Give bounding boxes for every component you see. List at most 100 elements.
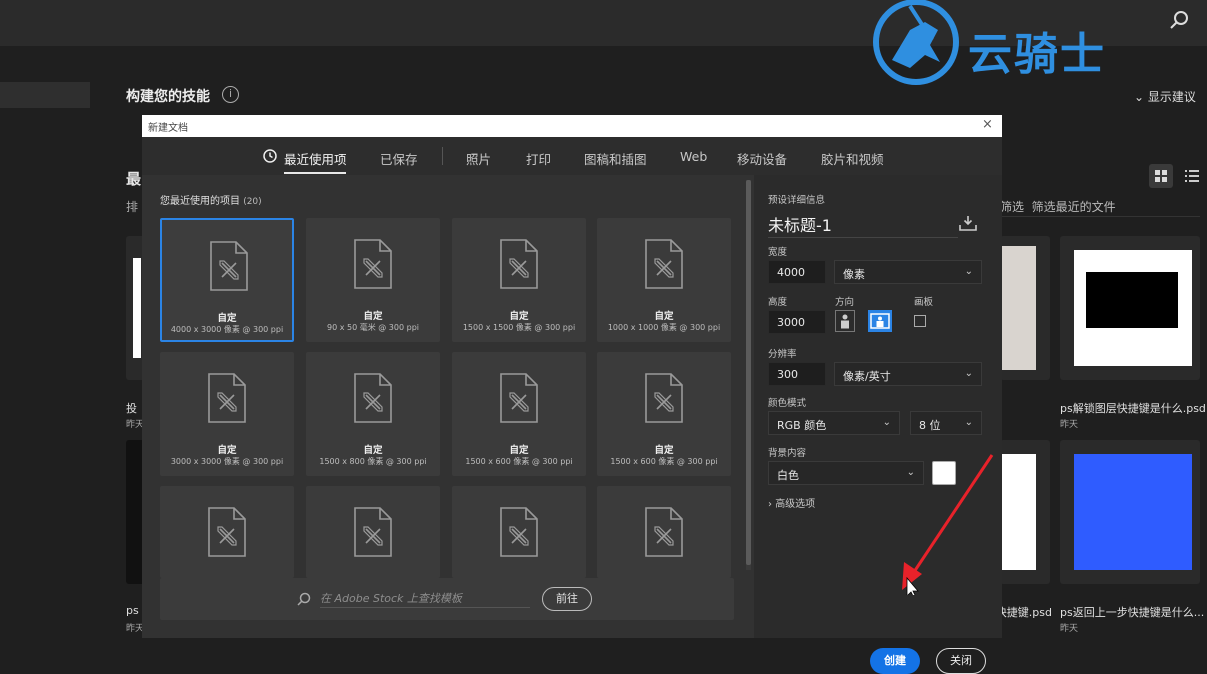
preset-tile[interactable]: [597, 486, 731, 578]
recent-items-count: (20): [243, 197, 262, 207]
bit-depth-select[interactable]: 8 位 ⌄: [910, 411, 982, 435]
filter-row[interactable]: 筛选 筛选最近的文件: [1000, 198, 1116, 215]
orientation-label: 方向: [835, 297, 855, 308]
thumbnail-image: [1000, 246, 1036, 370]
thumbnail-image: [1074, 454, 1192, 570]
document-icon: [354, 373, 392, 423]
resolution-unit-select[interactable]: 像素/英寸 ⌄: [834, 362, 982, 386]
width-unit-select[interactable]: 像素 ⌄: [834, 260, 982, 284]
preset-name: 自定: [217, 313, 237, 324]
preset-name: 自定: [363, 445, 383, 456]
grid-view-icon[interactable]: [1149, 164, 1173, 188]
preset-name: 自定: [509, 445, 529, 456]
recent-items-label: 您最近使用的项目 (20): [160, 192, 262, 207]
tab-web[interactable]: Web: [680, 149, 707, 164]
close-button[interactable]: 关闭: [936, 648, 986, 674]
file-thumbnail[interactable]: [1060, 236, 1200, 380]
thumbnail-image: [1000, 454, 1036, 570]
color-mode-label: 颜色模式: [768, 398, 807, 409]
file-thumbnail[interactable]: [1060, 440, 1200, 584]
tab-film-video[interactable]: 胶片和视频: [821, 149, 884, 168]
clock-icon: [263, 149, 277, 163]
divider: [442, 147, 443, 165]
portrait-icon: [841, 314, 849, 329]
active-tab-indicator: [284, 172, 346, 174]
document-icon: [208, 507, 246, 557]
file-name: ps解锁图层快捷键是什么.psd: [1060, 402, 1206, 415]
artboard-checkbox[interactable]: [914, 315, 926, 327]
preset-tile[interactable]: [306, 486, 440, 578]
preset-size: 4000 x 3000 像素 @ 300 ppi: [170, 325, 284, 334]
tab-recent[interactable]: 最近使用项: [284, 149, 347, 168]
color-mode-select[interactable]: RGB 颜色 ⌄: [768, 411, 900, 435]
preset-size: 1500 x 800 像素 @ 300 ppi: [319, 457, 427, 466]
document-icon: [500, 239, 538, 289]
preset-tile[interactable]: 自定 1000 x 1000 像素 @ 300 ppi: [597, 218, 731, 342]
filter-recent-input[interactable]: 筛选最近的文件: [1032, 200, 1116, 214]
tab-print[interactable]: 打印: [526, 149, 551, 168]
recent-items-title: 您最近使用的项目: [160, 196, 240, 207]
bit-depth-value: 8 位: [919, 419, 941, 432]
list-view-icon[interactable]: [1184, 166, 1200, 186]
preset-tile[interactable]: 自定 90 x 50 毫米 @ 300 ppi: [306, 218, 440, 342]
preset-size: 3000 x 3000 像素 @ 300 ppi: [170, 457, 284, 466]
scrollbar-thumb[interactable]: [746, 180, 751, 565]
file-date: 昨天: [1060, 420, 1079, 430]
resolution-input[interactable]: 300: [768, 362, 826, 386]
preset-size: 1500 x 1500 像素 @ 300 ppi: [462, 323, 576, 332]
filter-label: 筛选: [1000, 200, 1025, 214]
background-contents-value: 白色: [777, 469, 799, 482]
advanced-options-label: 高级选项: [775, 499, 816, 510]
goto-button[interactable]: 前往: [542, 587, 592, 611]
preset-tile[interactable]: 自定 1500 x 600 像素 @ 300 ppi: [452, 352, 586, 476]
divider: [768, 237, 958, 238]
dialog-title-bar: 新建文档 ×: [142, 115, 1002, 137]
landscape-orientation-button[interactable]: [868, 310, 892, 332]
dialog-title: 新建文档: [148, 123, 188, 134]
advanced-options-toggle[interactable]: › 高级选项: [768, 495, 815, 510]
document-icon: [500, 373, 538, 423]
tab-photo[interactable]: 照片: [466, 149, 491, 168]
create-button[interactable]: 创建: [870, 648, 920, 674]
tab-mobile[interactable]: 移动设备: [737, 149, 787, 168]
document-name-field[interactable]: 未标题-1: [768, 212, 832, 236]
preset-tile[interactable]: 自定 1500 x 1500 像素 @ 300 ppi: [452, 218, 586, 342]
preset-tile[interactable]: 自定 1500 x 800 像素 @ 300 ppi: [306, 352, 440, 476]
width-unit-value: 像素: [843, 268, 865, 281]
tab-art-illustration[interactable]: 图稿和插图: [584, 149, 647, 168]
preset-tile[interactable]: [452, 486, 586, 578]
recent-section-title: 最: [126, 170, 142, 188]
chevron-down-icon: ⌄: [964, 417, 973, 428]
preset-size: 1000 x 1000 像素 @ 300 ppi: [607, 323, 721, 332]
tab-saved[interactable]: 已保存: [380, 149, 418, 168]
preset-tile[interactable]: [160, 486, 294, 578]
height-input[interactable]: 3000: [768, 310, 826, 334]
stock-search-input[interactable]: [320, 590, 530, 608]
document-icon: [645, 507, 683, 557]
file-name: 投: [126, 402, 137, 415]
file-name: ps: [126, 604, 139, 617]
watermark-text: 云骑士: [968, 29, 1106, 80]
width-label: 宽度: [768, 247, 788, 258]
info-icon[interactable]: i: [222, 86, 239, 103]
skills-title: 构建您的技能: [126, 89, 210, 105]
portrait-orientation-button[interactable]: [835, 310, 855, 332]
preset-size: 1500 x 600 像素 @ 300 ppi: [610, 457, 718, 466]
file-thumbnail[interactable]: [1000, 236, 1050, 380]
artboard-label: 画板: [914, 297, 934, 308]
save-preset-icon[interactable]: [959, 215, 977, 231]
show-suggestions-toggle[interactable]: ⌄ 显示建议: [1134, 88, 1196, 105]
preset-tile[interactable]: 自定 1500 x 600 像素 @ 300 ppi: [597, 352, 731, 476]
preset-name: 自定: [654, 445, 674, 456]
annotation-arrow: [902, 454, 994, 595]
preset-tile[interactable]: 自定 3000 x 3000 像素 @ 300 ppi: [160, 352, 294, 476]
landscape-icon: [870, 313, 890, 329]
preset-size: 1500 x 600 像素 @ 300 ppi: [465, 457, 573, 466]
close-icon[interactable]: ×: [982, 117, 993, 132]
preset-name: 自定: [363, 311, 383, 322]
resolution-label: 分辨率: [768, 349, 797, 360]
sidebar-selected-item[interactable]: [0, 82, 90, 108]
width-input[interactable]: 4000: [768, 260, 826, 284]
file-thumbnail[interactable]: [1000, 440, 1050, 584]
preset-tile[interactable]: 自定 4000 x 3000 像素 @ 300 ppi: [160, 218, 294, 342]
